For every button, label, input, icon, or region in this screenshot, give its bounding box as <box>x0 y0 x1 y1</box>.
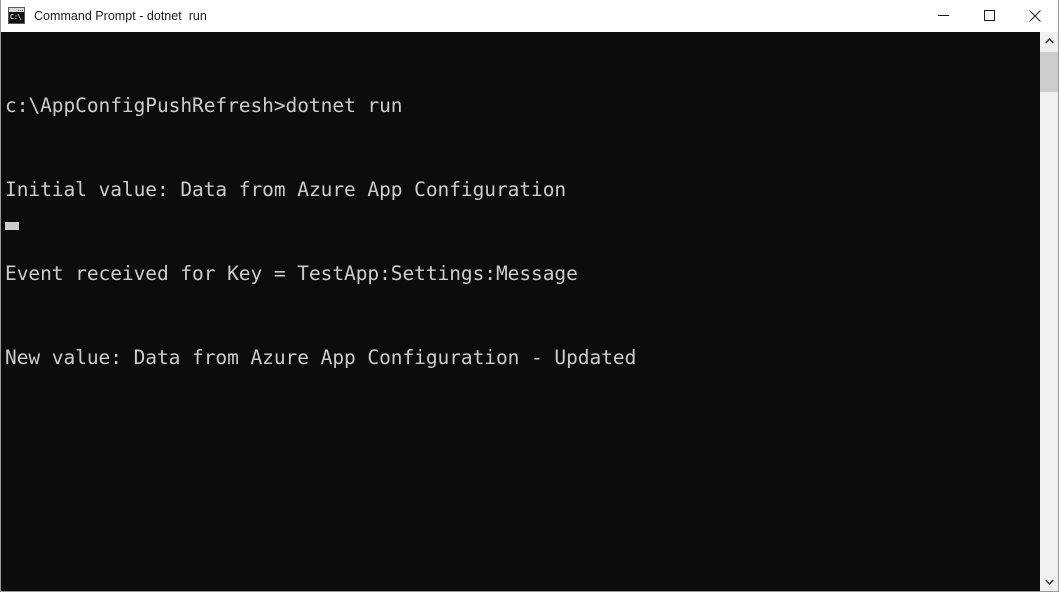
console-line: New value: Data from Azure App Configura… <box>5 344 1039 372</box>
console-line: Event received for Key = TestApp:Setting… <box>5 260 1039 288</box>
minimize-button[interactable] <box>920 0 966 31</box>
scrollbar-track[interactable] <box>1040 50 1058 573</box>
command-prompt-icon: C:\ <box>8 7 25 24</box>
scroll-up-button[interactable] <box>1040 32 1058 50</box>
window-controls <box>920 0 1058 31</box>
console-output-area[interactable]: c:\AppConfigPushRefresh>dotnet run Initi… <box>1 32 1039 591</box>
command-prompt-icon-glyph: C:\ <box>10 13 21 21</box>
window-title: Command Prompt - dotnet run <box>34 9 207 23</box>
maximize-icon <box>984 10 995 21</box>
console-line: c:\AppConfigPushRefresh>dotnet run <box>5 92 1039 120</box>
scroll-down-button[interactable] <box>1040 573 1058 591</box>
title-bar-left: C:\ Command Prompt - dotnet run <box>1 7 920 24</box>
chevron-up-icon <box>1045 38 1054 44</box>
command-prompt-window: C:\ Command Prompt - dotnet run <box>0 0 1059 592</box>
close-button[interactable] <box>1012 0 1058 31</box>
chevron-down-icon <box>1045 579 1054 585</box>
console-cursor <box>5 222 19 230</box>
console-line: Initial value: Data from Azure App Confi… <box>5 176 1039 204</box>
close-icon <box>1029 10 1041 22</box>
minimize-icon <box>938 10 949 21</box>
window-client-area: c:\AppConfigPushRefresh>dotnet run Initi… <box>1 32 1058 591</box>
vertical-scrollbar[interactable] <box>1039 32 1058 591</box>
maximize-button[interactable] <box>966 0 1012 31</box>
title-bar[interactable]: C:\ Command Prompt - dotnet run <box>1 0 1058 32</box>
scrollbar-thumb[interactable] <box>1040 52 1058 92</box>
console-text-block: c:\AppConfigPushRefresh>dotnet run Initi… <box>5 36 1039 428</box>
